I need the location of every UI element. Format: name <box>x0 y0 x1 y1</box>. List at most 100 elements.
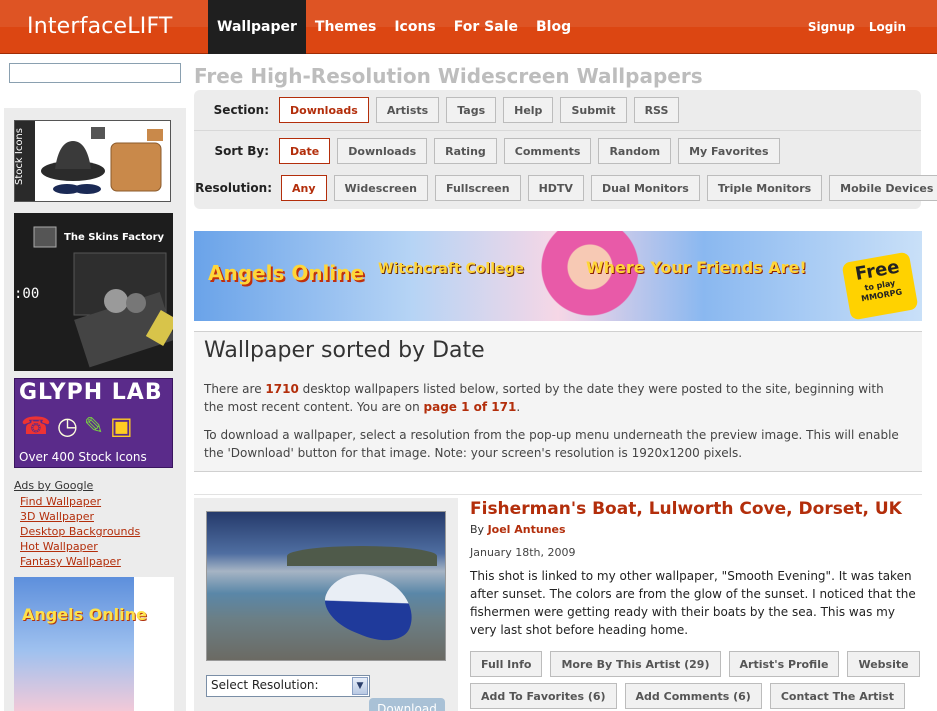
filter-panel: Section: Downloads Artists Tags Help Sub… <box>194 90 937 209</box>
add-comments-button[interactable]: Add Comments (6) <box>624 683 762 709</box>
hat-wallet-icon <box>41 127 163 194</box>
res-hdtv-button[interactable]: HDTV <box>527 175 584 201</box>
section-help-button[interactable]: Help <box>503 97 554 123</box>
resolution-label: Resolution: <box>195 181 272 195</box>
ad-angels-image <box>14 577 134 711</box>
res-any-button[interactable]: Any <box>281 175 327 201</box>
section-rss-button[interactable]: RSS <box>633 97 680 123</box>
intro-p1-c: . <box>516 400 521 414</box>
contact-artist-button[interactable]: Contact The Artist <box>769 683 905 709</box>
wallpaper-thumbnail[interactable] <box>206 511 446 661</box>
search-input[interactable] <box>9 63 181 83</box>
ad-glyph-sub: Over 400 Stock Icons <box>19 450 147 464</box>
sort-date-button[interactable]: Date <box>279 138 331 164</box>
banner-slogan-text: Where Your Friends Are! <box>586 258 807 277</box>
artist-profile-button[interactable]: Artist's Profile <box>728 651 840 677</box>
section-submit-button[interactable]: Submit <box>560 97 627 123</box>
ad-link-desktop-backgrounds[interactable]: Desktop Backgrounds <box>14 524 174 539</box>
res-triple-monitors-button[interactable]: Triple Monitors <box>706 175 823 201</box>
ad-link-fantasy-wallpaper[interactable]: Fantasy Wallpaper <box>14 554 174 569</box>
ad-link-find-wallpaper[interactable]: Find Wallpaper <box>14 494 174 509</box>
banner-college-text: Witchcraft College <box>378 261 525 277</box>
intro-title: Wallpaper sorted by Date <box>204 338 485 363</box>
sort-label: Sort By: <box>214 144 270 158</box>
page-title: Free High-Resolution Widescreen Wallpape… <box>194 64 703 88</box>
download-button[interactable]: Download <box>369 698 445 711</box>
banner-logo-text: Angels Online <box>208 261 365 285</box>
nav-themes[interactable]: Themes <box>306 0 385 54</box>
intro-paragraph-1: There are 1710 desktop wallpapers listed… <box>204 380 904 416</box>
ad-stock-icons[interactable]: Stock Icons <box>14 120 171 202</box>
section-tags-button[interactable]: Tags <box>446 97 497 123</box>
wallpaper-author: By Joel Antunes <box>470 523 566 536</box>
intro-panel: Wallpaper sorted by Date There are 1710 … <box>194 331 922 472</box>
main-nav: Wallpaper Themes Icons For Sale Blog <box>208 0 580 54</box>
nav-wallpaper[interactable]: Wallpaper <box>208 0 306 54</box>
ad-angels-logo: Angels Online <box>22 605 147 624</box>
ad-link-hot-wallpaper[interactable]: Hot Wallpaper <box>14 539 174 554</box>
nav-blog[interactable]: Blog <box>527 0 580 54</box>
ad-angels-online[interactable]: Angels Online <box>14 577 174 711</box>
res-widescreen-button[interactable]: Widescreen <box>333 175 428 201</box>
intro-paragraph-2: To download a wallpaper, select a resolu… <box>204 428 899 460</box>
login-link[interactable]: Login <box>869 20 906 34</box>
section-row: Section: Downloads Artists Tags Help Sub… <box>194 97 686 123</box>
wallpaper-date: January 18th, 2009 <box>470 546 576 559</box>
sidebar-search-area <box>4 54 186 108</box>
sort-rating-button[interactable]: Rating <box>434 138 497 164</box>
res-mobile-devices-button[interactable]: Mobile Devices <box>829 175 937 201</box>
thumb-hill <box>287 546 437 566</box>
ad-link-3d-wallpaper[interactable]: 3D Wallpaper <box>14 509 174 524</box>
user-nav: Signup Login <box>808 20 906 34</box>
chevron-down-icon[interactable]: ▼ <box>352 677 368 695</box>
nav-for-sale[interactable]: For Sale <box>445 0 527 54</box>
ad-skins-factory[interactable]: The Skins Factory :00 <box>14 213 173 371</box>
banner-free-badge: Free to play MMORPG <box>841 251 919 321</box>
page-indicator: page 1 of 171 <box>423 400 517 414</box>
section-label: Section: <box>213 103 269 117</box>
intro-p1-a: There are <box>204 382 266 396</box>
website-button[interactable]: Website <box>847 651 920 677</box>
ads-google-title[interactable]: Ads by Google <box>14 479 174 492</box>
sort-random-button[interactable]: Random <box>598 138 672 164</box>
thumbnail-box: Select Resolution: ▼ Download <box>194 498 458 711</box>
section-artists-button[interactable]: Artists <box>375 97 440 123</box>
wallpaper-card: Select Resolution: ▼ Download Fisherman'… <box>194 494 922 711</box>
clock-icon: ◷ <box>56 412 78 440</box>
sort-comments-button[interactable]: Comments <box>503 138 592 164</box>
signup-link[interactable]: Signup <box>808 20 855 34</box>
add-to-favorites-button[interactable]: Add To Favorites (6) <box>470 683 617 709</box>
thumb-boat <box>317 561 423 651</box>
wallpaper-description: This shot is linked to my other wallpape… <box>470 569 916 637</box>
ad-glyph-lab[interactable]: GLYPH LAB ☎ ◷ ✎ ▣ Over 400 Stock Icons <box>14 378 173 468</box>
wallpaper-count: 1710 <box>265 382 299 396</box>
action-row-2: Add To Favorites (6) Add Comments (6) Co… <box>470 683 913 709</box>
sort-downloads-button[interactable]: Downloads <box>337 138 428 164</box>
action-row-1: Full Info More By This Artist (29) Artis… <box>470 651 928 677</box>
main-content: Free High-Resolution Widescreen Wallpape… <box>186 54 937 711</box>
ad-glyph-icons: ☎ ◷ ✎ ▣ <box>21 412 133 440</box>
resolution-select-value: Select Resolution: <box>211 678 319 692</box>
res-fullscreen-button[interactable]: Fullscreen <box>435 175 521 201</box>
intro-p1-b: desktop wallpapers listed below, sorted … <box>204 382 884 414</box>
ads-by-google: Ads by Google Find Wallpaper 3D Wallpape… <box>14 479 174 569</box>
phone-icon: ☎ <box>21 412 51 440</box>
skins-device-icon <box>33 226 173 368</box>
wallpaper-title[interactable]: Fisherman's Boat, Lulworth Cove, Dorset,… <box>470 499 902 519</box>
ad-banner[interactable]: Angels Online Witchcraft College Where Y… <box>194 231 922 321</box>
author-prefix: By <box>470 523 488 536</box>
left-sidebar: Stock Icons The Skins Factory :00 GLYPH … <box>4 54 186 711</box>
nav-icons[interactable]: Icons <box>385 0 444 54</box>
more-by-artist-button[interactable]: More By This Artist (29) <box>550 651 721 677</box>
pencil-icon: ✎ <box>83 412 104 440</box>
author-link[interactable]: Joel Antunes <box>488 523 566 536</box>
filter-divider <box>194 130 921 131</box>
site-logo[interactable]: InterfaceLIFT <box>27 14 173 39</box>
resolution-select[interactable]: Select Resolution: ▼ <box>206 675 370 697</box>
full-info-button[interactable]: Full Info <box>470 651 543 677</box>
sort-my-favorites-button[interactable]: My Favorites <box>678 138 780 164</box>
lock-icon: ▣ <box>109 412 133 440</box>
res-dual-monitors-button[interactable]: Dual Monitors <box>590 175 700 201</box>
resolution-row: Resolution: Any Widescreen Fullscreen HD… <box>194 175 937 201</box>
section-downloads-button[interactable]: Downloads <box>279 97 369 123</box>
